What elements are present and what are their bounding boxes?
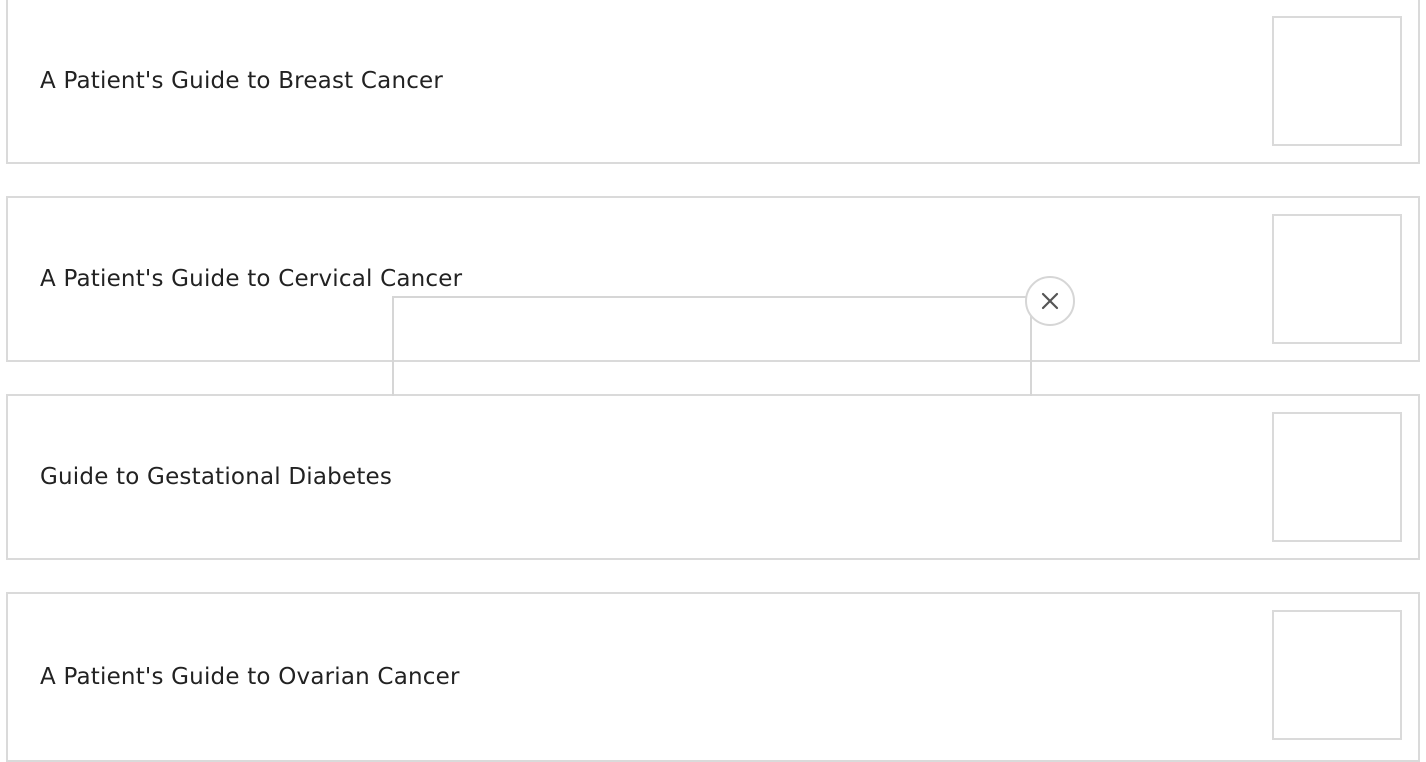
guide-card-breast-cancer[interactable]: A Patient's Guide to Breast Cancer xyxy=(6,0,1420,164)
popup-frame xyxy=(392,296,1032,396)
guide-title: A Patient's Guide to Breast Cancer xyxy=(40,68,444,94)
close-icon xyxy=(1041,292,1059,310)
guide-thumbnail xyxy=(1272,610,1402,740)
guide-title: A Patient's Guide to Ovarian Cancer xyxy=(40,664,460,690)
guide-thumbnail xyxy=(1272,214,1402,344)
guide-card-gestational-diabetes[interactable]: Guide to Gestational Diabetes xyxy=(6,394,1420,560)
guide-title: A Patient's Guide to Cervical Cancer xyxy=(40,266,463,292)
guide-thumbnail xyxy=(1272,16,1402,146)
guide-thumbnail xyxy=(1272,412,1402,542)
guide-title: Guide to Gestational Diabetes xyxy=(40,464,393,490)
close-button[interactable] xyxy=(1025,276,1075,326)
guide-card-ovarian-cancer[interactable]: A Patient's Guide to Ovarian Cancer xyxy=(6,592,1420,762)
